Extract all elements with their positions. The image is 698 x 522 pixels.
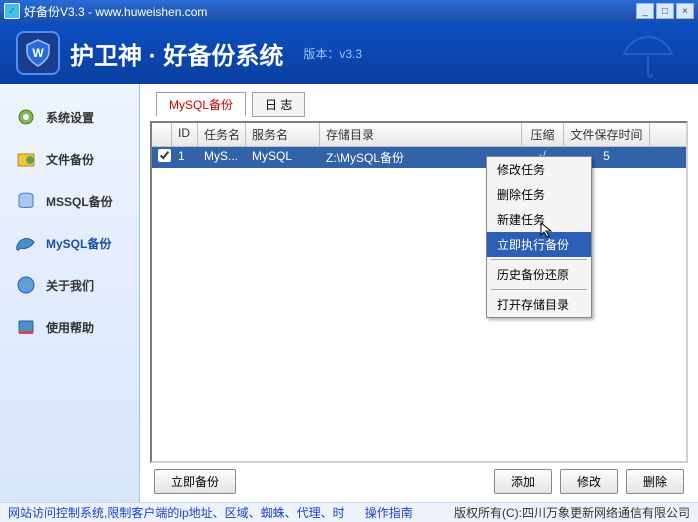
sidebar-item-filebackup[interactable]: 文件备份	[0, 138, 139, 180]
main-panel: MySQL备份 日 志 ID 任务名 服务名 存储目录 压缩 文件保存时间 1 …	[140, 84, 698, 502]
sidebar-item-about[interactable]: 关于我们	[0, 264, 139, 306]
logo-icon: W	[16, 31, 60, 75]
menu-delete-task[interactable]: 删除任务	[487, 182, 591, 207]
th-checkbox[interactable]	[152, 123, 172, 146]
gear-icon	[14, 105, 38, 129]
menu-run-backup[interactable]: 立即执行备份	[487, 232, 591, 257]
cell-task: MyS...	[198, 147, 246, 168]
th-id[interactable]: ID	[172, 123, 198, 146]
th-service[interactable]: 服务名	[246, 123, 320, 146]
folder-icon	[14, 147, 38, 171]
minimize-button[interactable]: _	[636, 3, 654, 19]
th-keep[interactable]: 文件保存时间	[564, 123, 650, 146]
globe-icon	[14, 273, 38, 297]
svg-text:W: W	[32, 46, 44, 60]
sidebar-item-label: 系统设置	[46, 109, 94, 126]
version-label: 版本：v3.3	[303, 45, 362, 62]
th-task[interactable]: 任务名	[198, 123, 246, 146]
dolphin-icon	[14, 231, 38, 255]
sidebar-item-label: 使用帮助	[46, 319, 94, 336]
th-zip[interactable]: 压缩	[522, 123, 564, 146]
footer-buttons: 立即备份 添加 修改 删除	[150, 463, 688, 494]
status-link-1[interactable]: 网站访问控制系统,限制客户端的ip地址、区域、蜘蛛、代理、时	[8, 504, 345, 521]
cell-service: MySQL	[246, 147, 320, 168]
sidebar-item-settings[interactable]: 系统设置	[0, 96, 139, 138]
context-menu: 修改任务 删除任务 新建任务 立即执行备份 历史备份还原 打开存储目录	[486, 156, 592, 318]
tab-mysql-backup[interactable]: MySQL备份	[156, 92, 246, 117]
product-name: 护卫神 · 好备份系统	[70, 36, 283, 71]
window-title: 好备份V3.3 - www.huweishen.com	[24, 3, 636, 20]
app-icon: ✓	[4, 3, 20, 19]
status-link-2[interactable]: 操作指南	[365, 504, 413, 521]
sidebar-item-help[interactable]: 使用帮助	[0, 306, 139, 348]
db-blue-icon	[14, 189, 38, 213]
sidebar-item-label: MSSQL备份	[46, 193, 113, 210]
titlebar: ✓ 好备份V3.3 - www.huweishen.com _ □ ×	[0, 0, 698, 22]
table-header: ID 任务名 服务名 存储目录 压缩 文件保存时间	[152, 123, 686, 147]
add-button[interactable]: 添加	[494, 469, 552, 494]
task-table: ID 任务名 服务名 存储目录 压缩 文件保存时间 1 MyS... MySQL…	[150, 121, 688, 463]
statusbar: 网站访问控制系统,限制客户端的ip地址、区域、蜘蛛、代理、时 操作指南 版权所有…	[0, 502, 698, 522]
sidebar-item-label: 文件备份	[46, 151, 94, 168]
cell-id: 1	[172, 147, 198, 168]
table-row[interactable]: 1 MyS... MySQL Z:\MySQL备份 √ 5	[152, 147, 686, 168]
sidebar: 系统设置 文件备份 MSSQL备份 MySQL备份 关于我们 使用帮助	[0, 84, 140, 502]
tabs: MySQL备份 日 志	[150, 92, 688, 117]
sidebar-item-mssql[interactable]: MSSQL备份	[0, 180, 139, 222]
tab-log[interactable]: 日 志	[252, 92, 305, 117]
book-icon	[14, 315, 38, 339]
copyright: 版权所有(C):四川万象更新网络通信有限公司	[454, 504, 690, 521]
maximize-button[interactable]: □	[656, 3, 674, 19]
row-checkbox[interactable]	[158, 149, 171, 162]
backup-now-button[interactable]: 立即备份	[154, 469, 236, 494]
sidebar-item-label: MySQL备份	[46, 235, 111, 252]
umbrella-icon	[618, 32, 678, 85]
sidebar-item-label: 关于我们	[46, 277, 94, 294]
edit-button[interactable]: 修改	[560, 469, 618, 494]
th-path[interactable]: 存储目录	[320, 123, 522, 146]
sidebar-item-mysql[interactable]: MySQL备份	[0, 222, 139, 264]
header: W 护卫神 · 好备份系统 版本：v3.3	[0, 22, 698, 84]
delete-button[interactable]: 删除	[626, 469, 684, 494]
menu-new-task[interactable]: 新建任务	[487, 207, 591, 232]
close-button[interactable]: ×	[676, 3, 694, 19]
menu-history-restore[interactable]: 历史备份还原	[487, 262, 591, 287]
menu-separator	[491, 289, 587, 290]
menu-open-folder[interactable]: 打开存储目录	[487, 292, 591, 317]
menu-separator	[491, 259, 587, 260]
menu-edit-task[interactable]: 修改任务	[487, 157, 591, 182]
